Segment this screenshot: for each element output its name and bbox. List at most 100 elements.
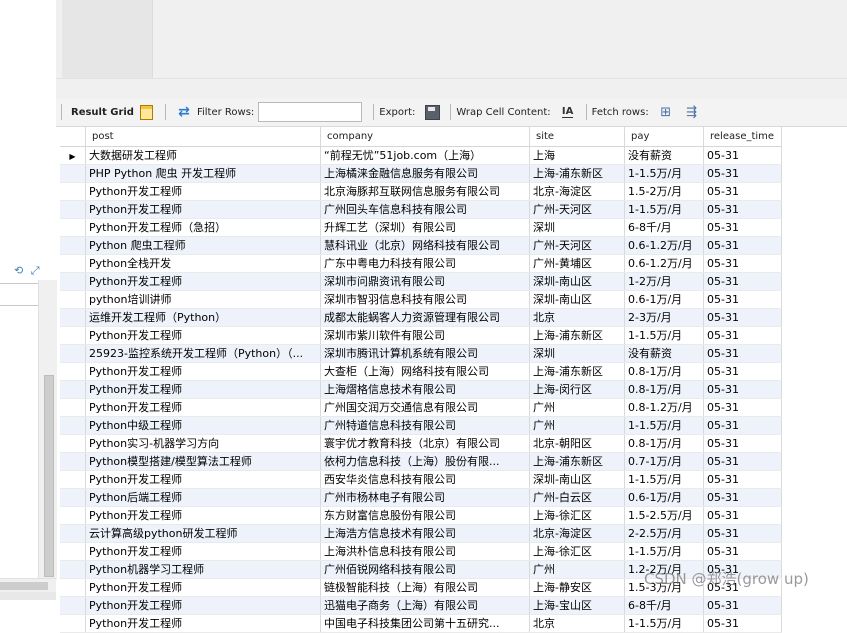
cell-company[interactable]: 深圳市腾讯计算机系统有限公司 <box>321 345 530 362</box>
column-header-post[interactable]: post <box>86 127 321 146</box>
cell-pay[interactable]: 0.8-1万/月 <box>625 381 704 398</box>
cell-site[interactable]: 深圳-南山区 <box>530 471 625 488</box>
row-indicator[interactable] <box>60 309 86 326</box>
table-row[interactable]: Python开发工程师 上海洪朴信息科技有限公司 上海-徐汇区 1-1.5万/月 05-… <box>60 543 782 561</box>
cell-release-time[interactable]: 05-31 <box>704 165 782 182</box>
cell-company[interactable]: 大查柜（上海）网络科技有限公司 <box>321 363 530 380</box>
row-indicator[interactable] <box>60 291 86 308</box>
cell-site[interactable]: 上海-浦东新区 <box>530 327 625 344</box>
table-row[interactable]: Python开发工程师 中国电子科技集团公司第十五研究... 北京 1-1.5万/月 0… <box>60 615 782 633</box>
row-indicator[interactable] <box>60 489 86 506</box>
cell-pay[interactable]: 1-1.5万/月 <box>625 165 704 182</box>
cell-company[interactable]: 上海浩方信息技术有限公司 <box>321 525 530 542</box>
row-indicator[interactable] <box>60 543 86 560</box>
cell-site[interactable]: 上海-浦东新区 <box>530 453 625 470</box>
cell-post[interactable]: Python全栈开发 <box>86 255 321 272</box>
row-indicator[interactable] <box>60 183 86 200</box>
table-row[interactable]: 云计算高级python研发工程师 上海浩方信息技术有限公司 北京-海淀区 2-2.5万… <box>60 525 782 543</box>
cell-release-time[interactable]: 05-31 <box>704 417 782 434</box>
table-row[interactable]: Python模型搭建/模型算法工程师 依柯力信息科技（上海）股份有限... 上海-浦… <box>60 453 782 471</box>
cell-company[interactable]: 寰宇优才教育科技（北京）有限公司 <box>321 435 530 452</box>
cell-post[interactable]: Python机器学习工程师 <box>86 561 321 578</box>
cell-post[interactable]: Python开发工程师 <box>86 579 321 596</box>
cell-post[interactable]: Python实习-机器学习方向 <box>86 435 321 452</box>
row-indicator[interactable] <box>60 435 86 452</box>
cell-release-time[interactable]: 05-31 <box>704 435 782 452</box>
cell-post[interactable]: Python开发工程师 <box>86 273 321 290</box>
result-grid-tab[interactable]: Result Grid <box>71 107 134 118</box>
cell-company[interactable]: 广州国交润万交通信息有限公司 <box>321 399 530 416</box>
row-indicator[interactable] <box>60 255 86 272</box>
cell-pay[interactable]: 1-1.5万/月 <box>625 615 704 632</box>
cell-release-time[interactable]: 05-31 <box>704 201 782 218</box>
cell-site[interactable]: 广州 <box>530 399 625 416</box>
row-indicator[interactable]: ▶ <box>60 147 86 164</box>
cell-company[interactable]: 上海熠格信息技术有限公司 <box>321 381 530 398</box>
table-row[interactable]: 25923-监控系统开发工程师（Python）（... 深圳市腾讯计算机系统有限公… <box>60 345 782 363</box>
cell-pay[interactable]: 1.5-2.5万/月 <box>625 507 704 524</box>
row-indicator[interactable] <box>60 615 86 632</box>
cell-pay[interactable]: 1-2万/月 <box>625 273 704 290</box>
cell-site[interactable]: 深圳-南山区 <box>530 273 625 290</box>
cell-release-time[interactable]: 05-31 <box>704 291 782 308</box>
cell-company[interactable]: 成都太能蜗客人力资源管理有限公司 <box>321 309 530 326</box>
grid-icon[interactable] <box>138 103 156 121</box>
cell-company[interactable]: 广州回头车信息科技有限公司 <box>321 201 530 218</box>
scrollbar-thumb[interactable] <box>0 582 48 590</box>
cell-post[interactable]: Python中级工程师 <box>86 417 321 434</box>
cell-post[interactable]: 云计算高级python研发工程师 <box>86 525 321 542</box>
cell-post[interactable]: Python开发工程师 <box>86 543 321 560</box>
fetch-icon[interactable]: ⊞ <box>657 103 675 121</box>
cell-release-time[interactable]: 05-31 <box>704 381 782 398</box>
cell-pay[interactable]: 1-1.5万/月 <box>625 417 704 434</box>
cell-pay[interactable]: 没有薪资 <box>625 345 704 362</box>
cell-release-time[interactable]: 05-31 <box>704 489 782 506</box>
row-indicator[interactable] <box>60 399 86 416</box>
row-indicator[interactable] <box>60 273 86 290</box>
cell-site[interactable]: 北京 <box>530 615 625 632</box>
cell-company[interactable]: 深圳市智羽信息科技有限公司 <box>321 291 530 308</box>
cell-pay[interactable]: 0.6-1.2万/月 <box>625 237 704 254</box>
cell-post[interactable]: Python模型搭建/模型算法工程师 <box>86 453 321 470</box>
table-row[interactable]: Python开发工程师（急招） 升辉工艺（深圳）有限公司 深圳 6-8千/月 05-31 <box>60 219 782 237</box>
cell-site[interactable]: 上海-浦东新区 <box>530 165 625 182</box>
filter-rows-input[interactable] <box>258 102 363 122</box>
row-indicator[interactable] <box>60 525 86 542</box>
row-indicator[interactable] <box>60 453 86 470</box>
row-indicator[interactable] <box>60 219 86 236</box>
cell-pay[interactable]: 1.5-2万/月 <box>625 183 704 200</box>
table-row[interactable]: Python开发工程师 大查柜（上海）网络科技有限公司 上海-浦东新区 0.8-1万/… <box>60 363 782 381</box>
row-indicator[interactable] <box>60 165 86 182</box>
cell-site[interactable]: 北京-海淀区 <box>530 183 625 200</box>
cell-post[interactable]: Python开发工程师 <box>86 363 321 380</box>
cell-post[interactable]: Python开发工程师 <box>86 183 321 200</box>
cell-site[interactable]: 深圳 <box>530 345 625 362</box>
column-header-company[interactable]: company <box>321 127 530 146</box>
row-indicator[interactable] <box>60 471 86 488</box>
cell-release-time[interactable]: 05-31 <box>704 525 782 542</box>
cell-site[interactable]: 广州-白云区 <box>530 489 625 506</box>
column-header-release-time[interactable]: release_time <box>704 127 782 146</box>
cell-company[interactable]: 深圳市紫川软件有限公司 <box>321 327 530 344</box>
table-row[interactable]: PHP Python 爬虫 开发工程师 上海橘涞金融信息服务有限公司 上海-浦东新区… <box>60 165 782 183</box>
cell-post[interactable]: Python开发工程师 <box>86 399 321 416</box>
cell-release-time[interactable]: 05-31 <box>704 183 782 200</box>
cell-pay[interactable]: 2-2.5万/月 <box>625 525 704 542</box>
cell-pay[interactable]: 0.8-1.2万/月 <box>625 399 704 416</box>
table-row[interactable]: Python开发工程师 上海熠格信息技术有限公司 上海-闵行区 0.8-1万/月 05-… <box>60 381 782 399</box>
cell-company[interactable]: 慧科讯业（北京）网络科技有限公司 <box>321 237 530 254</box>
table-row[interactable]: Python开发工程师 东方财富信息股份有限公司 上海-徐汇区 1.5-2.5万/月 0… <box>60 507 782 525</box>
cell-pay[interactable]: 0.7-1万/月 <box>625 453 704 470</box>
cell-company[interactable]: 广州市杨林电子有限公司 <box>321 489 530 506</box>
row-indicator[interactable] <box>60 561 86 578</box>
cell-post[interactable]: python培训讲师 <box>86 291 321 308</box>
row-indicator[interactable] <box>60 417 86 434</box>
cell-company[interactable]: 中国电子科技集团公司第十五研究... <box>321 615 530 632</box>
table-row[interactable]: 运维开发工程师（Python） 成都太能蜗客人力资源管理有限公司 北京 2-3万/月 0… <box>60 309 782 327</box>
cell-site[interactable]: 上海-静安区 <box>530 579 625 596</box>
cell-release-time[interactable]: 05-31 <box>704 327 782 344</box>
cell-post[interactable]: Python开发工程师 <box>86 201 321 218</box>
cell-pay[interactable]: 0.6-1万/月 <box>625 489 704 506</box>
table-row[interactable]: Python中级工程师 广州特道信息科技有限公司 广州 1-1.5万/月 05-31 <box>60 417 782 435</box>
cell-company[interactable]: 依柯力信息科技（上海）股份有限... <box>321 453 530 470</box>
